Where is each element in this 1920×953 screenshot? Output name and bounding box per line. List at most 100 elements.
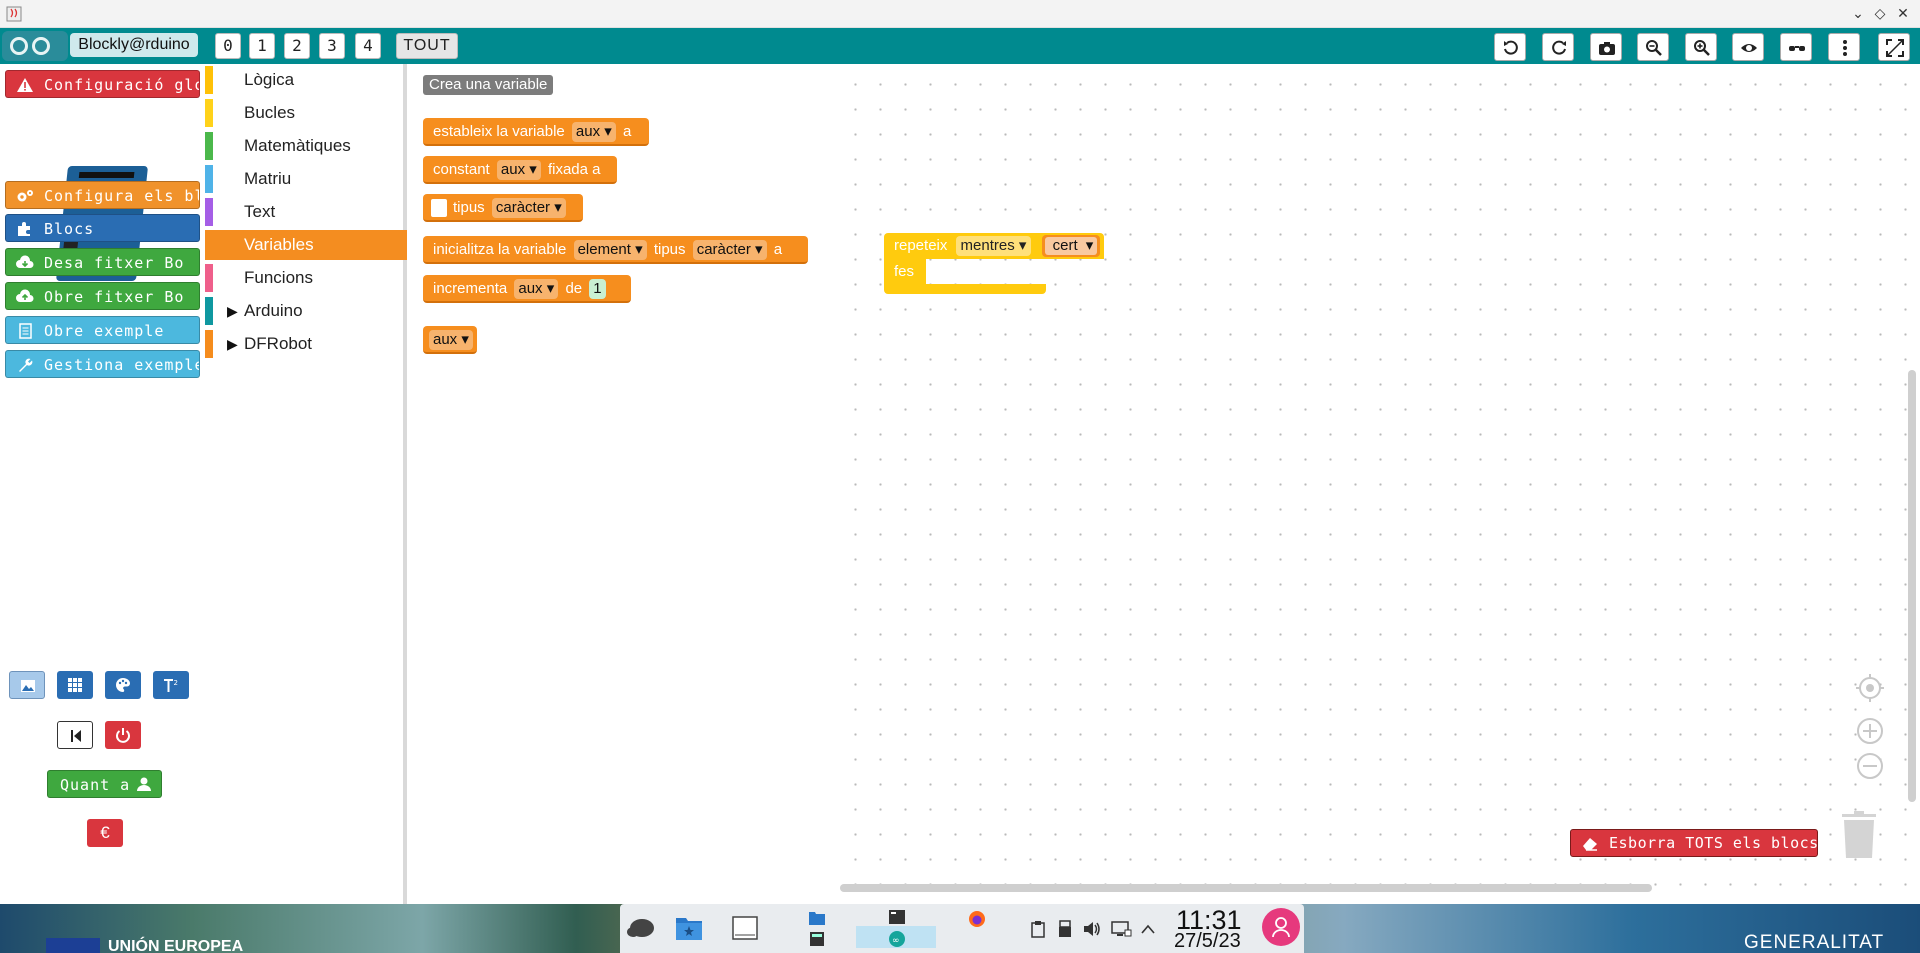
type-dropdown[interactable]: caràcter ▾: [491, 198, 566, 218]
maximize-button[interactable]: ◇: [1870, 4, 1890, 24]
user-icon: [137, 777, 151, 791]
repeat-while-block[interactable]: repeteix mentres ▾ cert ▾: [884, 233, 1104, 259]
fullscreen-icon: [1886, 39, 1904, 57]
puzzle-icon: [18, 222, 30, 236]
category-array[interactable]: Matriu: [205, 164, 407, 194]
open-example-button[interactable]: Obre exemple: [5, 316, 200, 344]
zoom-in-control-icon[interactable]: [1855, 716, 1885, 746]
zoom-out-control-icon[interactable]: [1855, 751, 1885, 781]
volume-icon[interactable]: [1082, 920, 1102, 938]
theme-button[interactable]: [105, 671, 141, 699]
type-block[interactable]: tipus caràcter ▾: [423, 194, 583, 222]
variable-dropdown[interactable]: aux ▾: [514, 279, 559, 299]
redo-button[interactable]: [1542, 33, 1574, 61]
category-functions[interactable]: Funcions: [205, 263, 407, 293]
file-manager-icon[interactable]: [674, 914, 704, 942]
left-panel: Configuració global Configura els blocs …: [0, 64, 205, 904]
firefox-icon[interactable]: [968, 910, 986, 928]
empty-input-slot: [431, 199, 447, 217]
category-math[interactable]: Matemàtiques: [205, 131, 407, 161]
fullscreen-button[interactable]: [1878, 33, 1910, 61]
svg-text:2: 2: [174, 679, 178, 687]
expand-arrow-icon: ▶: [227, 303, 238, 319]
category-logic[interactable]: Lògica: [205, 65, 407, 95]
global-config-button[interactable]: Configuració global: [5, 70, 200, 98]
save-file-button[interactable]: Desa fitxer Bo: [5, 248, 200, 276]
reset-button[interactable]: [57, 721, 93, 749]
variable-dropdown[interactable]: aux ▾: [571, 122, 616, 142]
recenter-icon[interactable]: [1855, 673, 1885, 703]
skip-back-icon: [71, 730, 81, 742]
variable-dropdown[interactable]: aux ▾: [429, 330, 473, 350]
zoom-out-button[interactable]: [1637, 33, 1669, 61]
level-3-button[interactable]: 3: [319, 33, 345, 59]
screenshot-button[interactable]: [1590, 33, 1622, 61]
arduino-task-icon[interactable]: ∞: [888, 930, 906, 948]
clipboard-icon[interactable]: [1029, 920, 1047, 938]
grid-view-button[interactable]: [57, 671, 93, 699]
image-view-button[interactable]: [9, 671, 45, 699]
repeat-while-body: fes: [884, 259, 926, 287]
folder-window-icon[interactable]: [808, 910, 826, 926]
category-variables[interactable]: Variables: [205, 230, 407, 260]
vertical-scrollbar[interactable]: [1908, 370, 1916, 802]
app-window-icon[interactable]: [888, 909, 906, 925]
number-field[interactable]: 1: [589, 279, 606, 299]
level-0-button[interactable]: 0: [215, 33, 241, 59]
wrench-icon: [19, 358, 33, 372]
create-variable-button[interactable]: Crea una variable: [423, 75, 554, 95]
donate-button[interactable]: €: [87, 819, 123, 847]
minimize-button[interactable]: ⌄: [1848, 4, 1868, 24]
block-flyout: Crea una variable estableix la variable …: [411, 64, 838, 904]
trash-icon[interactable]: [1840, 810, 1878, 860]
variable-getter-block[interactable]: aux ▾: [423, 326, 477, 354]
calculator-icon[interactable]: [808, 931, 826, 947]
zoom-in-button[interactable]: [1685, 33, 1717, 61]
erase-all-blocks-button[interactable]: Esborra TOTS els blocs: [1570, 829, 1818, 857]
category-text[interactable]: Text: [205, 197, 407, 227]
preview-button[interactable]: [1732, 33, 1764, 61]
category-dfrobot[interactable]: ▶ DFRobot: [205, 329, 407, 359]
category-loops[interactable]: Bucles: [205, 98, 407, 128]
level-all-button[interactable]: TOUT: [396, 33, 458, 59]
kde-menu-icon[interactable]: [625, 916, 659, 940]
more-button[interactable]: [1828, 33, 1860, 61]
workspace[interactable]: [838, 64, 1920, 904]
level-4-button[interactable]: 4: [355, 33, 381, 59]
eu-flag-icon: [46, 938, 100, 953]
set-variable-block[interactable]: estableix la variable aux ▾ a: [423, 118, 649, 146]
level-1-button[interactable]: 1: [249, 33, 275, 59]
glasses-button[interactable]: [1780, 33, 1812, 61]
generalitat-label: GENERALITAT: [1744, 932, 1885, 953]
open-file-button[interactable]: Obre fitxer Bo: [5, 282, 200, 310]
eye-icon: [1741, 44, 1757, 52]
close-window-button[interactable]: ✕: [1893, 4, 1913, 24]
configure-blocks-button[interactable]: Configura els blocs: [5, 181, 200, 209]
about-button[interactable]: Quant a: [47, 770, 162, 798]
glasses-icon: [1789, 46, 1805, 51]
window-titlebar: ⌄ ◇ ✕: [0, 0, 1920, 28]
constant-block[interactable]: constant aux ▾ fixada a: [423, 156, 617, 184]
type-dropdown[interactable]: caràcter ▾: [692, 240, 767, 260]
level-2-button[interactable]: 2: [284, 33, 310, 59]
usb-drive-icon[interactable]: [1057, 920, 1073, 938]
initialize-variable-block[interactable]: inicialitza la variable element ▾ tipus …: [423, 236, 808, 264]
blocks-button[interactable]: Blocs: [5, 214, 200, 242]
undo-button[interactable]: [1494, 33, 1526, 61]
manage-examples-button[interactable]: Gestiona exemples: [5, 350, 200, 378]
terminal-icon[interactable]: [732, 916, 758, 940]
network-icon[interactable]: [1110, 920, 1132, 938]
power-button[interactable]: [105, 721, 141, 749]
variable-dropdown[interactable]: aux ▾: [496, 160, 541, 180]
boolean-block[interactable]: cert ▾: [1041, 235, 1101, 257]
undo-icon: [1504, 40, 1518, 55]
variable-dropdown[interactable]: element ▾: [573, 240, 647, 260]
horizontal-scrollbar[interactable]: [840, 884, 1652, 892]
chevron-up-icon[interactable]: [1140, 922, 1156, 936]
clock-date[interactable]: 27/5/23: [1174, 930, 1241, 953]
category-arduino[interactable]: ▶ Arduino: [205, 296, 407, 326]
font-size-button[interactable]: 2: [153, 671, 189, 699]
user-avatar[interactable]: [1262, 908, 1300, 946]
loop-mode-dropdown[interactable]: mentres ▾: [955, 236, 1032, 256]
increment-block[interactable]: incrementa aux ▾ de 1: [423, 275, 631, 303]
